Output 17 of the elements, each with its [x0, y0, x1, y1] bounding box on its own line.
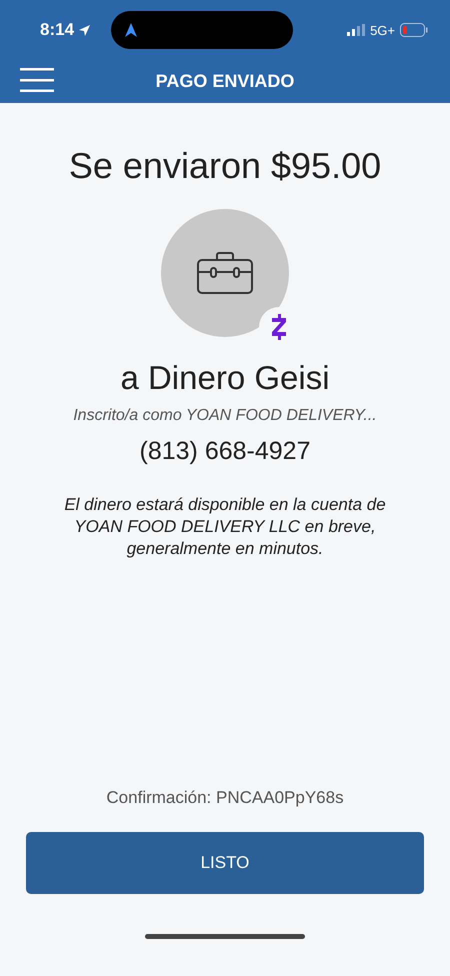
location-arrow-icon	[78, 24, 92, 36]
screen-title: PAGO ENVIADO	[156, 71, 294, 91]
battery-icon	[400, 23, 428, 37]
phone-number: (813) 668-4927	[140, 437, 310, 466]
network-label: 5G+	[370, 22, 395, 38]
briefcase-icon	[197, 252, 253, 294]
logo-icon	[271, 314, 287, 340]
enrolled-as-text: Inscrito/a como YOAN FOOD DELIVERY...	[73, 407, 377, 425]
recipient-name: a Dinero Geisi	[120, 359, 330, 397]
availability-message: El dinero estará disponible en la cuenta de YOAN FOOD DELIVERY LLC en breve, generalmente en minutos.	[63, 494, 387, 560]
menu-button[interactable]	[20, 68, 54, 95]
done-button[interactable]: LISTO	[26, 832, 424, 894]
status-time: 8:14	[40, 20, 74, 40]
navigation-arrow-icon	[125, 23, 138, 37]
confirmation-code: Confirmación: PNCAA0PpY68s	[106, 788, 344, 808]
signal-icon	[347, 24, 366, 36]
amount-headline: Se enviaron $95.00	[68, 145, 382, 187]
